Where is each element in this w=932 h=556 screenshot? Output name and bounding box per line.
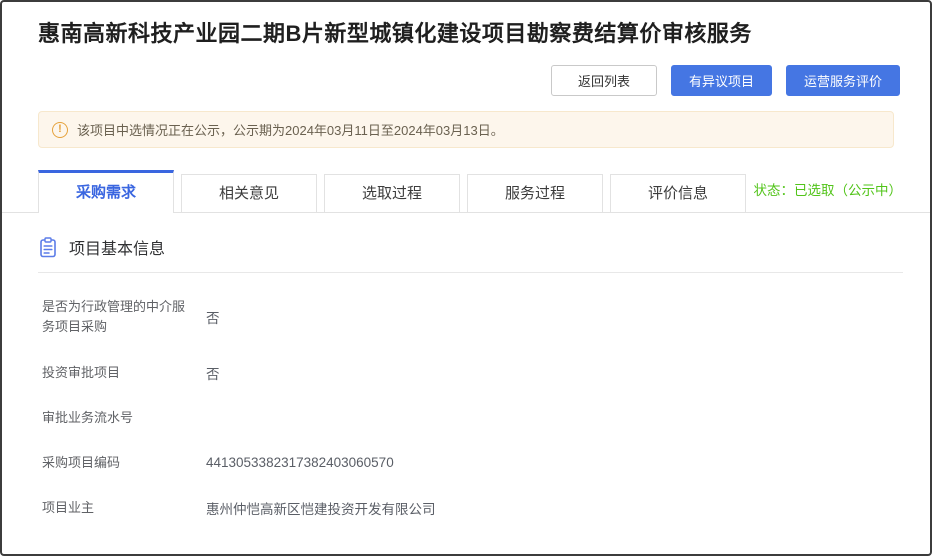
publicity-notice-text: 该项目中选情况正在公示，公示期为2024年03月11日至2024年03月13日。 xyxy=(77,120,504,139)
field-value: 4413053382317382403060570 xyxy=(206,455,394,470)
exclamation-circle-icon: ! xyxy=(52,122,68,138)
page-title: 惠南高新科技产业园二期B片新型城镇化建设项目勘察费结算价审核服务 xyxy=(38,18,894,49)
tab-evaluation-info[interactable]: 评价信息 xyxy=(610,174,746,212)
section-header-basic-info: 项目基本信息 xyxy=(38,235,894,259)
field-value: 否 xyxy=(206,363,220,383)
field-row-investment-approval: 投资审批项目 否 xyxy=(42,363,894,383)
detail-tabs: 采购需求 相关意见 选取过程 服务过程 评价信息 状态：已选取（公示中） xyxy=(2,170,930,213)
section-title: 项目基本信息 xyxy=(69,235,165,259)
back-to-list-button[interactable]: 返回列表 xyxy=(551,65,657,96)
field-row-project-owner: 项目业主 惠州仲恺高新区恺建投资开发有限公司 xyxy=(42,498,894,518)
field-label: 项目业主 xyxy=(42,498,190,518)
tab-selection-process[interactable]: 选取过程 xyxy=(324,174,460,212)
field-value: 惠州仲恺高新区恺建投资开发有限公司 xyxy=(206,498,436,518)
dispute-project-button[interactable]: 有异议项目 xyxy=(671,65,772,96)
project-status-badge: 状态：已选取（公示中） xyxy=(754,179,903,212)
field-label: 审批业务流水号 xyxy=(42,408,190,428)
field-label: 采购项目编码 xyxy=(42,453,190,473)
field-label: 是否为行政管理的中介服务项目采购 xyxy=(42,297,190,337)
section-divider xyxy=(38,272,903,273)
publicity-notice-bar: ! 该项目中选情况正在公示，公示期为2024年03月11日至2024年03月13… xyxy=(38,111,894,148)
basic-info-fields: 是否为行政管理的中介服务项目采购 否 投资审批项目 否 审批业务流水号 采购项目… xyxy=(42,297,894,518)
project-detail-page: 惠南高新科技产业园二期B片新型城镇化建设项目勘察费结算价审核服务 返回列表 有异… xyxy=(0,0,932,556)
tab-related-opinions[interactable]: 相关意见 xyxy=(181,174,317,212)
tab-service-process[interactable]: 服务过程 xyxy=(467,174,603,212)
field-label: 投资审批项目 xyxy=(42,363,190,383)
toolbar: 返回列表 有异议项目 运营服务评价 xyxy=(38,65,900,96)
field-value: 否 xyxy=(206,307,220,327)
clipboard-icon xyxy=(38,237,58,258)
tab-procurement-demand[interactable]: 采购需求 xyxy=(38,170,174,213)
field-row-procurement-project-code: 采购项目编码 4413053382317382403060570 xyxy=(42,453,894,473)
service-evaluation-button[interactable]: 运营服务评价 xyxy=(786,65,900,96)
field-row-approval-serial-number: 审批业务流水号 xyxy=(42,408,894,428)
field-row-intermediary-service: 是否为行政管理的中介服务项目采购 否 xyxy=(42,297,894,337)
